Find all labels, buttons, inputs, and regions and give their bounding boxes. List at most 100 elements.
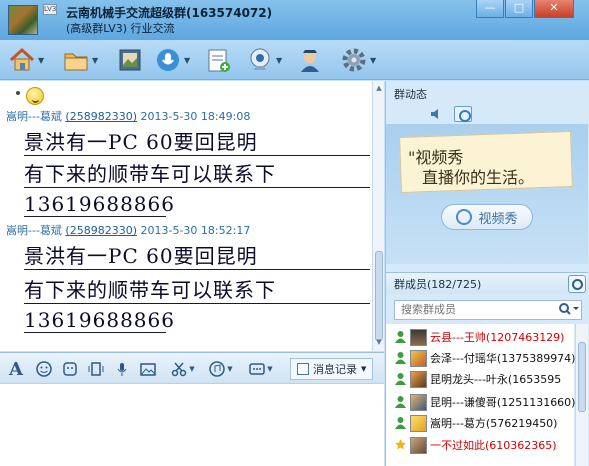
message-text-line: 景洪有一PC 60要回昆明	[24, 126, 370, 156]
notes-icon	[208, 49, 230, 72]
chevron-down-icon[interactable]: ▼	[92, 56, 98, 65]
message-sender[interactable]: 嵩明---葛斌	[6, 224, 62, 237]
voice-icon	[157, 49, 179, 71]
avatar	[410, 414, 427, 432]
list-item[interactable]: 昆明---谦傻哥(1251131660)	[394, 392, 575, 412]
video-show-tab[interactable]	[454, 106, 472, 122]
webcam-button[interactable]: ▼	[246, 45, 282, 75]
message-timestamp: 2013-5-30 18:52:17	[140, 224, 251, 237]
chevron-down-icon[interactable]: ▼	[184, 56, 190, 65]
home-icon	[9, 47, 35, 71]
user-icon	[395, 352, 406, 364]
admin-icon	[301, 50, 319, 72]
album-button[interactable]	[116, 45, 144, 75]
member-list-scrollbar[interactable]	[575, 324, 588, 466]
video-show-button[interactable]: 视频秀	[441, 204, 533, 230]
avatar	[410, 393, 427, 411]
user-icon	[395, 417, 406, 429]
chevron-down-icon[interactable]: ▼	[276, 56, 282, 65]
files-button[interactable]: ▼	[62, 45, 98, 75]
chevron-down-icon[interactable]: ▼	[361, 365, 366, 373]
list-item[interactable]: 云县---王帅(1207463129)	[394, 327, 564, 347]
chevron-down-icon[interactable]: ▼	[189, 365, 194, 373]
message-history-button[interactable]: 消息记录 ▼	[290, 358, 374, 380]
close-icon: ✕	[549, 1, 559, 14]
scroll-up-arrow-icon[interactable]: ▲	[374, 83, 384, 93]
user-icon	[395, 396, 406, 408]
history-icon	[297, 363, 309, 375]
message-sender-uid[interactable]: (258982330)	[65, 224, 137, 237]
group-avatar[interactable]	[8, 5, 38, 35]
chat-scrollbar[interactable]: ▲ ▼	[372, 81, 384, 351]
more-options-icon[interactable]: ▼	[246, 359, 276, 379]
members-search-button[interactable]	[568, 275, 586, 293]
home-button[interactable]: ▼	[8, 45, 44, 75]
voice-message-icon[interactable]	[112, 359, 132, 379]
list-item[interactable]: 一不过如此(610362365)	[394, 435, 557, 455]
input-toolbar: A ▼ ▼ ▼ 消息记录 ▼	[0, 352, 384, 384]
search-icon[interactable]	[558, 302, 582, 318]
minimize-icon: —	[484, 1, 496, 14]
list-item[interactable]: 嵩明---葛方(576219450)	[394, 413, 557, 433]
music-icon[interactable]: ▼	[206, 359, 236, 379]
bullet-dot	[16, 91, 20, 95]
message-sender[interactable]: 嵩明---葛斌	[6, 110, 62, 123]
list-item[interactable]: 昆明龙头---叶永(1653595	[394, 369, 561, 389]
smiley-emoji-icon	[26, 87, 44, 105]
member-name: 会泽---付瑶华(1375389974)	[430, 352, 576, 365]
video-show-icon	[456, 209, 473, 225]
members-title: 群成员(182/725)	[394, 278, 482, 291]
message-sender-uid[interactable]: (258982330)	[65, 110, 137, 123]
maximize-button[interactable]: □	[505, 0, 533, 18]
message-input[interactable]	[0, 384, 384, 466]
emoji-icon[interactable]	[34, 359, 54, 379]
window-subtitle: (高级群LV3) 行业交流	[66, 22, 175, 35]
video-show-label: 视频秀	[478, 211, 518, 227]
member-search-input[interactable]	[394, 300, 582, 320]
avatar	[410, 370, 427, 388]
message-header: 嵩明---葛斌 (258982330) 2013-5-30 18:49:08	[6, 108, 250, 124]
close-button[interactable]: ✕	[534, 0, 574, 18]
maximize-icon: □	[513, 1, 525, 14]
message-header: 嵩明---葛斌 (258982330) 2013-5-30 18:52:17	[6, 222, 250, 238]
font-icon[interactable]: A	[6, 359, 26, 380]
settings-icon	[342, 48, 366, 72]
photo-album-icon	[119, 49, 141, 71]
message-text-line: 13619688866	[24, 192, 175, 217]
minimize-button[interactable]: —	[476, 0, 504, 18]
admin-button[interactable]	[296, 45, 324, 75]
member-name: 嵩明---葛方(576219450)	[430, 417, 558, 430]
voice-button[interactable]: ▼	[154, 45, 190, 75]
vibrate-icon[interactable]	[86, 359, 106, 379]
folder-icon	[64, 53, 88, 71]
chevron-down-icon[interactable]: ▼	[38, 56, 44, 65]
message-text-line: 13619688866	[24, 308, 175, 333]
scrollbar-thumb[interactable]	[578, 342, 586, 412]
member-name: 一不过如此(610362365)	[430, 439, 557, 452]
settings-button[interactable]: ▼	[340, 45, 376, 75]
message-text-line: 有下来的顺带车可以联系下	[24, 158, 370, 188]
user-icon	[395, 331, 406, 343]
message-history-label: 消息记录	[313, 363, 357, 376]
chevron-down-icon[interactable]: ▼	[370, 56, 376, 65]
group-level-badge: LV3	[43, 4, 57, 15]
main-toolbar: ▼ ▼ ▼ ▼ ▼	[0, 40, 589, 80]
member-name: 昆明龙头---叶永(1653595	[430, 373, 562, 386]
image-icon[interactable]	[138, 359, 158, 379]
scroll-down-arrow-icon[interactable]: ▼	[374, 337, 384, 347]
group-news-title: 群动态	[394, 88, 427, 101]
screenshot-scissors-icon[interactable]: ▼	[168, 359, 198, 379]
star-icon	[395, 439, 406, 450]
scrollbar-thumb[interactable]	[375, 251, 383, 341]
chevron-down-icon[interactable]: ▼	[227, 365, 232, 373]
speaker-icon[interactable]	[430, 108, 440, 120]
user-icon	[395, 373, 406, 385]
notes-button[interactable]	[204, 45, 232, 75]
magic-face-icon[interactable]	[60, 359, 80, 379]
list-item[interactable]: 会泽---付瑶华(1375389974)	[394, 348, 575, 368]
member-name: 云县---王帅(1207463129)	[430, 331, 565, 344]
title-bar: LV3 云南机械手交流超级群(163574072) (高级群LV3) 行业交流 …	[0, 0, 589, 40]
chevron-down-icon[interactable]: ▼	[267, 365, 272, 373]
note-line: "视频秀	[408, 148, 464, 167]
avatar	[410, 328, 427, 346]
